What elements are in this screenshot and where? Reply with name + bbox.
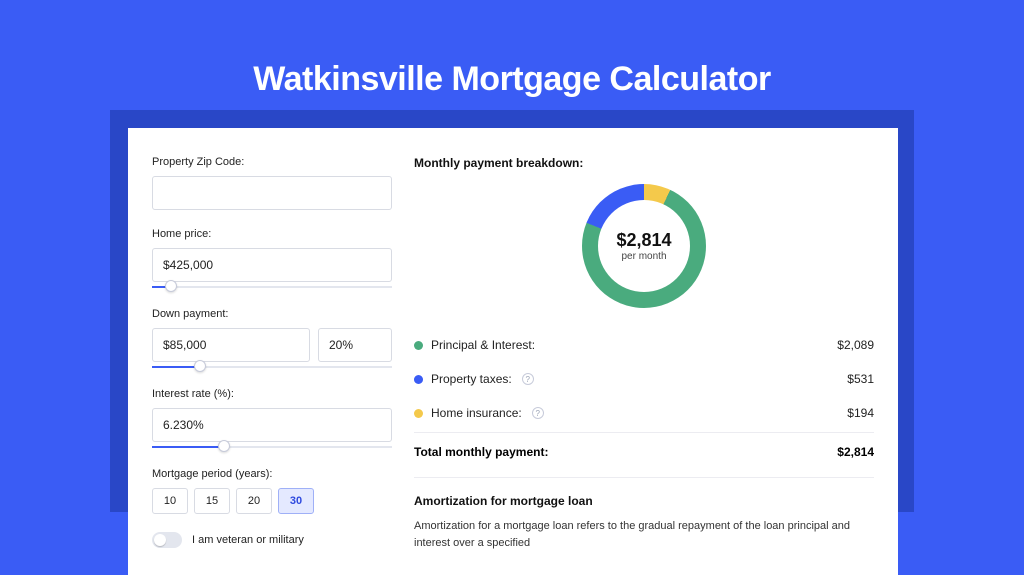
down-payment-input[interactable] (152, 328, 310, 362)
legend-row: Principal & Interest: $2,089 (414, 328, 874, 362)
form-panel: Property Zip Code: Home price: Down paym… (152, 156, 392, 551)
donut-sub: per month (621, 251, 666, 262)
veteran-label: I am veteran or military (192, 534, 304, 546)
breakdown-title: Monthly payment breakdown: (414, 156, 874, 170)
period-pill-30[interactable]: 30 (278, 488, 314, 514)
legend-label: Property taxes: (431, 372, 512, 386)
period-label: Mortgage period (years): (152, 468, 392, 480)
zip-label: Property Zip Code: (152, 156, 392, 168)
period-pill-10[interactable]: 10 (152, 488, 188, 514)
yellow-dot-icon (414, 409, 423, 418)
amort-body: Amortization for a mortgage loan refers … (414, 518, 874, 551)
donut-amount: $2,814 (616, 230, 671, 251)
legend-value: $2,089 (837, 338, 874, 352)
legend-value: $531 (847, 372, 874, 386)
down-payment-slider[interactable] (152, 364, 392, 372)
legend-value: $194 (847, 406, 874, 420)
interest-label: Interest rate (%): (152, 388, 392, 400)
legend-label: Principal & Interest: (431, 338, 535, 352)
total-label: Total monthly payment: (414, 445, 548, 459)
amort-title: Amortization for mortgage loan (414, 494, 874, 508)
legend-row: Home insurance:? $194 (414, 396, 874, 430)
home-price-label: Home price: (152, 228, 392, 240)
veteran-toggle[interactable] (152, 532, 182, 548)
zip-input[interactable] (152, 176, 392, 210)
home-price-input[interactable] (152, 248, 392, 282)
legend-row: Property taxes:? $531 (414, 362, 874, 396)
interest-slider[interactable] (152, 444, 392, 452)
info-icon[interactable]: ? (532, 407, 544, 419)
period-pills: 10152030 (152, 488, 392, 514)
interest-input[interactable] (152, 408, 392, 442)
period-pill-20[interactable]: 20 (236, 488, 272, 514)
info-icon[interactable]: ? (522, 373, 534, 385)
page-title: Watkinsville Mortgage Calculator (0, 0, 1024, 99)
green-dot-icon (414, 341, 423, 350)
blue-dot-icon (414, 375, 423, 384)
amortization-section: Amortization for mortgage loan Amortizat… (414, 477, 874, 551)
down-payment-label: Down payment: (152, 308, 392, 320)
legend-label: Home insurance: (431, 406, 522, 420)
donut-chart: $2,814 per month (582, 184, 706, 308)
legend: Principal & Interest: $2,089 Property taxe… (414, 328, 874, 430)
total-value: $2,814 (837, 445, 874, 459)
home-price-slider[interactable] (152, 284, 392, 292)
period-pill-15[interactable]: 15 (194, 488, 230, 514)
down-payment-pct-input[interactable] (318, 328, 392, 362)
calculator-card: Property Zip Code: Home price: Down paym… (128, 128, 898, 575)
breakdown-panel: Monthly payment breakdown: $2,814 per mo… (414, 156, 874, 551)
